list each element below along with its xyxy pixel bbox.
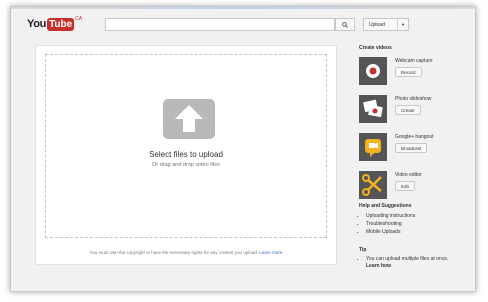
learn-how-link[interactable]: Learn how <box>366 263 471 270</box>
help-section: Help and Suggestions Uploading instructi… <box>359 203 471 236</box>
photo-slideshow-item: Photo slideshow Create <box>359 95 469 125</box>
record-icon[interactable] <box>359 57 387 85</box>
upload-button-label: Upload <box>369 21 385 28</box>
video-editor-label: Video editor <box>395 172 422 178</box>
drag-drop-hint: Or drag and drop video files <box>152 162 220 168</box>
help-link-uploading[interactable]: Uploading instructions <box>366 212 471 220</box>
create-videos-sidebar: Create videos Webcam capture Record Phot… <box>359 45 469 199</box>
copyright-notice: You must own the copyright or have the n… <box>36 250 336 255</box>
upload-arrow-icon[interactable] <box>163 99 215 139</box>
scissors-icon[interactable] <box>359 171 387 199</box>
help-link-troubleshooting[interactable]: Troubleshooting <box>366 220 471 228</box>
edit-button[interactable]: Edit <box>395 181 415 191</box>
copyright-text: You must own the copyright or have the n… <box>89 250 259 255</box>
tip-heading: Tip <box>359 247 367 253</box>
webcam-capture-item: Webcam capture Record <box>359 57 469 87</box>
select-files-title[interactable]: Select files to upload <box>46 150 326 159</box>
photo-slideshow-label: Photo slideshow <box>395 96 432 102</box>
upload-button[interactable]: Upload ▼ <box>363 18 409 31</box>
youtube-logo[interactable]: You Tube CA <box>27 16 83 33</box>
tip-item: You can upload multiple files at once. L… <box>366 256 471 270</box>
tip-section: Tip You can upload multiple files at onc… <box>359 247 471 270</box>
search-input[interactable] <box>105 18 335 31</box>
logo-country-code: CA <box>75 16 83 22</box>
upload-panel: Select files to upload Or drag and drop … <box>35 45 337 265</box>
create-button[interactable]: Create <box>395 105 421 115</box>
chevron-down-icon[interactable]: ▼ <box>397 19 408 30</box>
logo-you-text: You <box>27 18 47 30</box>
webcam-capture-label: Webcam capture <box>395 58 433 64</box>
search-button[interactable] <box>335 18 355 31</box>
learn-more-link[interactable]: Learn more <box>259 250 282 255</box>
google-hangout-item: Google+ hangout Broadcast <box>359 133 469 163</box>
file-dropzone[interactable]: Select files to upload Or drag and drop … <box>45 54 327 238</box>
create-videos-heading: Create videos <box>359 45 392 51</box>
hangout-icon[interactable] <box>359 133 387 161</box>
search-icon <box>342 21 348 28</box>
video-editor-item: Video editor Edit <box>359 171 469 201</box>
tip-text: You can upload multiple files at once. <box>366 256 449 262</box>
logo-tube-text: Tube <box>47 18 75 31</box>
help-links: Uploading instructions Troubleshooting M… <box>359 212 471 236</box>
help-link-mobile[interactable]: Mobile Uploads <box>366 228 471 236</box>
tip-list: You can upload multiple files at once. L… <box>359 256 471 270</box>
google-hangout-label: Google+ hangout <box>395 134 434 140</box>
record-button[interactable]: Record <box>395 67 422 77</box>
help-heading: Help and Suggestions <box>359 203 412 209</box>
broadcast-button[interactable]: Broadcast <box>395 143 428 153</box>
browser-window: You Tube CA Upload ▼ Select files to upl… <box>10 6 476 292</box>
masthead: You Tube CA Upload ▼ <box>11 9 475 37</box>
photos-icon[interactable] <box>359 95 387 123</box>
